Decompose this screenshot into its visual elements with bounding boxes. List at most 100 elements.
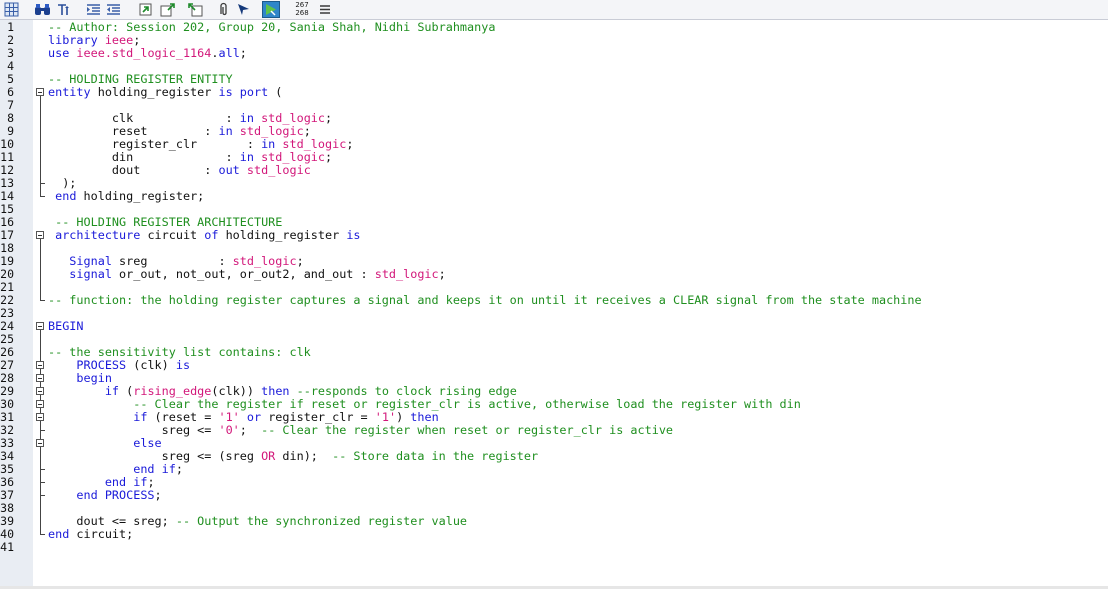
fold-toggle-icon[interactable] [36,88,44,96]
code-token: dout : [48,163,219,177]
outdent-icon[interactable] [106,2,121,17]
code-token: ; [175,462,183,476]
code-token: rising_edge [133,384,212,398]
code-token: '1' [374,410,397,424]
code-token: -- HOLDING REGISTER ARCHITECTURE [48,215,283,229]
fold-toggle-icon[interactable] [36,439,44,447]
code-token: -- Store data in the register [332,449,539,463]
code-token: end PROCESS [48,488,155,502]
code-line[interactable]: end holding_register; [48,190,204,203]
code-token: ( [275,85,283,99]
code-token: sreg : [119,254,233,268]
arrow-icon[interactable] [236,2,251,17]
code-line[interactable]: dout : out std_logic [48,164,311,177]
code-token: (reset = [154,410,219,424]
code-token: std_logic [282,137,347,151]
code-token: -- Output the synchronized register valu… [175,514,468,528]
fold-toggle-icon[interactable] [36,387,44,395]
code-token: --responds to clock rising edge [296,384,517,398]
code-token: -- function: the holding register captur… [48,293,922,307]
code-line[interactable]: -- function: the holding register captur… [48,294,922,307]
run-icon[interactable] [262,1,280,18]
toolbar: 267 268 [0,0,1108,20]
code-token: circuit; [76,527,134,541]
fold-end [40,196,45,197]
code-line[interactable]: entity holding_register is port ( [48,86,282,99]
expand-up-icon[interactable] [160,2,178,17]
code-token: in [218,124,240,138]
expand-down-icon[interactable] [186,2,204,17]
code-token: OR [261,449,283,463]
code-token: or [246,410,269,424]
code-token: sreg <= (sreg [48,449,262,463]
code-token: std_logic [246,163,311,177]
matching-brace-icon[interactable] [56,2,71,17]
code-token: ieee.std_logic_1164 [76,46,212,60]
code-token: end [48,527,77,541]
code-token: -- Clear the register if reset or regist… [48,397,801,411]
code-token: std_logic [239,124,304,138]
code-token: din); [282,449,333,463]
code-line[interactable]: signal or_out, not_out, or_out2, and_out… [48,267,445,281]
code-token: end if [48,475,148,489]
menu-icon[interactable] [318,2,332,17]
code-token: '1' [218,410,247,424]
code-token: BEGIN [48,319,84,333]
code-token: ; [303,124,311,138]
code-token: is [346,228,361,242]
code-token: then [410,410,439,424]
code-token: is [218,85,240,99]
fold-toggle-icon[interactable] [36,231,44,239]
code-token: register_clr : [48,137,262,151]
code-token: in [239,111,262,125]
indent-icon[interactable] [86,2,101,17]
code-token: of [204,228,226,242]
code-token: begin [48,371,112,385]
fold-toggle-icon[interactable] [36,400,44,408]
code-token: sreg <= [48,423,219,437]
fold-toggle-icon[interactable] [36,374,44,382]
code-token: all [218,46,240,60]
code-token: PROCESS [48,358,134,372]
code-line[interactable]: architecture circuit of holding_register… [48,228,361,242]
fold-toggle-icon[interactable] [36,361,44,369]
code-token: in [261,137,283,151]
code-token: use [48,46,77,60]
collapse-icon[interactable] [138,2,153,17]
code-token: ) [396,410,411,424]
counter-bottom: 268 [295,9,309,17]
code-token: din : [48,150,240,164]
code-line[interactable]: BEGIN [48,320,84,333]
fold-toggle-icon[interactable] [36,413,44,421]
fold-guide [40,96,41,197]
code-token: register_clr = [268,410,375,424]
code-line[interactable]: end circuit; [48,528,133,541]
code-token: dout <= sreg; [48,514,176,528]
binoculars-icon[interactable] [34,2,52,17]
code-token: std_logic [232,254,297,268]
code-token: ); [48,176,77,190]
code-token: if [48,410,155,424]
code-token: (clk)) [211,384,262,398]
code-token: or_out, not_out, or_out2, and_out : [119,267,375,281]
code-token: is [175,358,191,372]
code-token: holding_register [97,85,219,99]
code-token: ; [133,33,141,47]
code-token: -- Clear the register when reset or regi… [261,423,674,437]
fold-end [40,430,45,431]
code-token: std_logic [374,267,439,281]
code-token: entity [48,85,98,99]
code-token: end [55,189,84,203]
grid-icon[interactable] [4,2,19,17]
code-token: library [48,33,105,47]
code-line[interactable]: use ieee.std_logic_1164.all; [48,47,247,60]
fold-end [40,482,45,483]
editor-window: 267 268 1 -- Author: Session 202, Group 2… [0,0,1108,589]
code-token: ; [154,488,162,502]
paperclip-icon[interactable] [216,2,231,17]
line-counter: 267 268 [293,1,311,17]
line-number: 41 [0,540,14,554]
fold-toggle-icon[interactable] [36,322,44,330]
code-token: circuit [147,228,205,242]
code-line[interactable]: end PROCESS; [48,488,162,502]
